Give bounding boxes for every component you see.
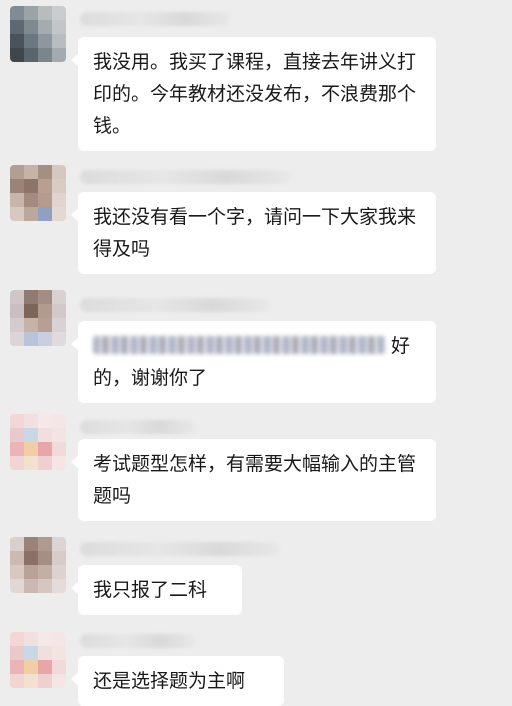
avatar[interactable] xyxy=(10,537,66,593)
message-text: 我还没有看一个字，请问一下大家我来得及吗 xyxy=(93,206,417,260)
sender-name-blurred xyxy=(80,542,280,556)
sender-name-blurred xyxy=(80,12,230,26)
sender-name-blurred xyxy=(80,298,270,312)
sender-name-blurred xyxy=(80,420,195,434)
sender-name-blurred xyxy=(80,170,290,184)
avatar[interactable] xyxy=(10,165,66,221)
message-text: 考试题型怎样，有需要大幅输入的主管题吗 xyxy=(93,453,417,507)
avatar[interactable] xyxy=(10,6,66,62)
sender-name-blurred xyxy=(80,634,195,648)
message-text: 我没用。我买了课程，直接去年讲义打印的。今年教材还没发布，不浪费那个钱。 xyxy=(93,51,417,137)
message-bubble[interactable]: 我没用。我买了课程，直接去年讲义打印的。今年教材还没发布，不浪费那个钱。 xyxy=(71,37,436,151)
message-bubble[interactable]: 考试题型怎样，有需要大幅输入的主管题吗 xyxy=(71,439,436,521)
message-text: 我只报了二科 xyxy=(93,579,208,601)
message-bubble[interactable]: 好的，谢谢你了 xyxy=(71,321,436,403)
blurred-text xyxy=(93,336,385,354)
message-bubble[interactable]: 还是选择题为主啊 xyxy=(71,656,284,706)
avatar[interactable] xyxy=(10,414,66,470)
message-bubble[interactable]: 我只报了二科 xyxy=(71,565,242,615)
avatar[interactable] xyxy=(10,290,66,346)
avatar[interactable] xyxy=(10,632,66,688)
message-text: 还是选择题为主啊 xyxy=(93,670,246,692)
message-bubble[interactable]: 我还没有看一个字，请问一下大家我来得及吗 xyxy=(71,192,436,274)
